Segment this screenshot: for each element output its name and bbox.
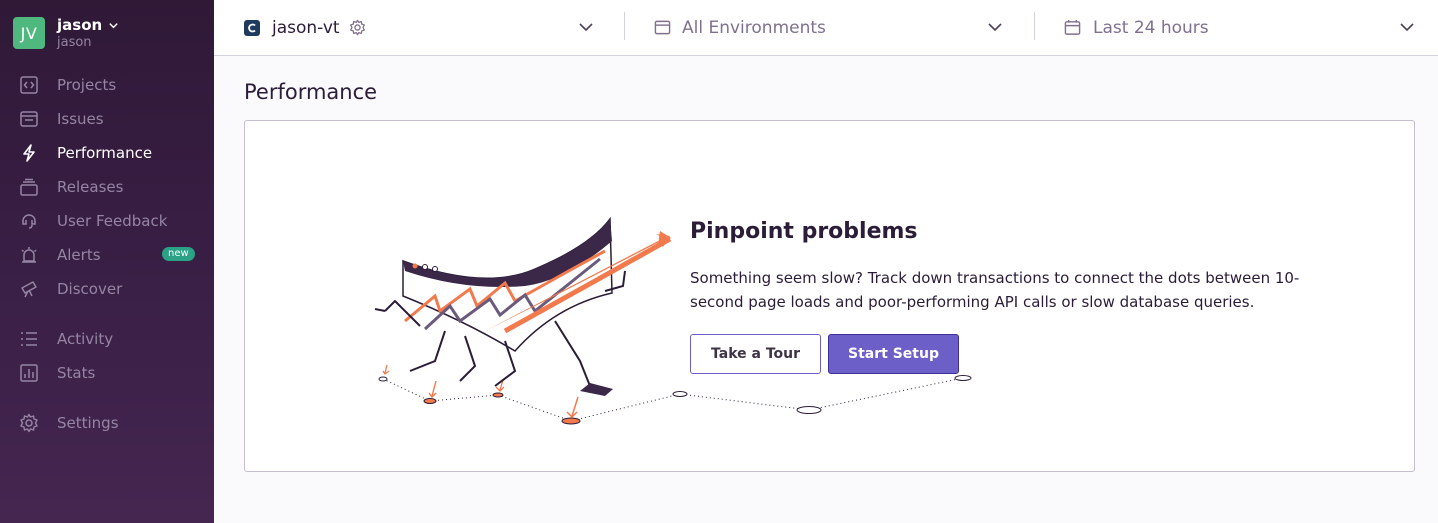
page-title: Performance [244,80,378,104]
sidebar-item-label: Issues [57,110,104,128]
sidebar-item-projects[interactable]: Projects [18,73,116,97]
take-a-tour-button[interactable]: Take a Tour [690,334,821,374]
projects-icon [18,74,40,96]
org-name: jason [57,15,103,34]
timerange-selector[interactable]: Last 24 hours [1064,0,1209,55]
empty-state-headline: Pinpoint problems [690,219,918,244]
telescope-icon [18,278,40,300]
list-icon [18,328,40,350]
sidebar-item-activity[interactable]: Activity [18,327,113,351]
sidebar-item-stats[interactable]: Stats [18,361,95,385]
environment-label: All Environments [682,17,826,38]
divider [624,12,625,40]
gear-icon [18,412,40,434]
sidebar-item-label: Performance [57,144,153,162]
sidebar-item-discover[interactable]: Discover [18,277,122,301]
global-selection-header: jason-vt All Environments Last 24 hours [214,0,1438,56]
sidebar-item-label: Projects [57,76,117,94]
timerange-label: Last 24 hours [1093,17,1209,38]
project-settings-gear-icon[interactable] [349,19,366,36]
chevron-down-icon[interactable] [1398,18,1416,36]
calendar-icon [1064,19,1081,35]
window-icon [654,20,671,35]
chevron-down-icon[interactable] [986,18,1004,36]
siren-icon [18,244,40,266]
divider [1034,12,1035,40]
new-badge: new [162,247,195,261]
org-avatar: JV [13,17,45,49]
sidebar: JV jason jason Projects Issues Performan… [0,0,214,523]
sidebar-item-releases[interactable]: Releases [18,175,123,199]
sidebar-item-performance[interactable]: Performance [18,141,152,165]
org-switcher[interactable]: JV jason jason [13,17,119,49]
project-name: jason-vt [272,17,340,38]
sidebar-item-label: Releases [57,178,124,196]
feedback-icon [18,210,40,232]
issues-icon [18,108,40,130]
environment-selector[interactable]: All Environments [654,0,826,55]
releases-icon [18,176,40,198]
project-selector[interactable]: jason-vt [244,0,366,55]
sidebar-item-label: Alerts [57,246,101,264]
project-platform-icon [244,19,260,36]
chevron-down-icon[interactable] [577,18,595,36]
sidebar-item-user-feedback[interactable]: User Feedback [18,209,167,233]
lightning-icon [18,142,40,164]
empty-state-description: Something seem slow? Track down transact… [690,269,1300,311]
onboarding-panel: Pinpoint problems Something seem slow? T… [244,120,1415,472]
sidebar-item-label: Discover [57,280,123,298]
org-username: jason [57,34,92,50]
running-chart-illustration [374,216,972,425]
sidebar-item-alerts[interactable]: Alerts [18,243,101,267]
sidebar-item-label: User Feedback [57,212,168,230]
sidebar-item-label: Stats [57,364,96,382]
start-setup-button[interactable]: Start Setup [828,334,959,374]
stats-icon [18,362,40,384]
sidebar-item-label: Settings [57,414,119,432]
sidebar-item-issues[interactable]: Issues [18,107,104,131]
chevron-down-icon [109,22,118,28]
sidebar-item-label: Activity [57,330,114,348]
sidebar-item-settings[interactable]: Settings [18,411,119,435]
